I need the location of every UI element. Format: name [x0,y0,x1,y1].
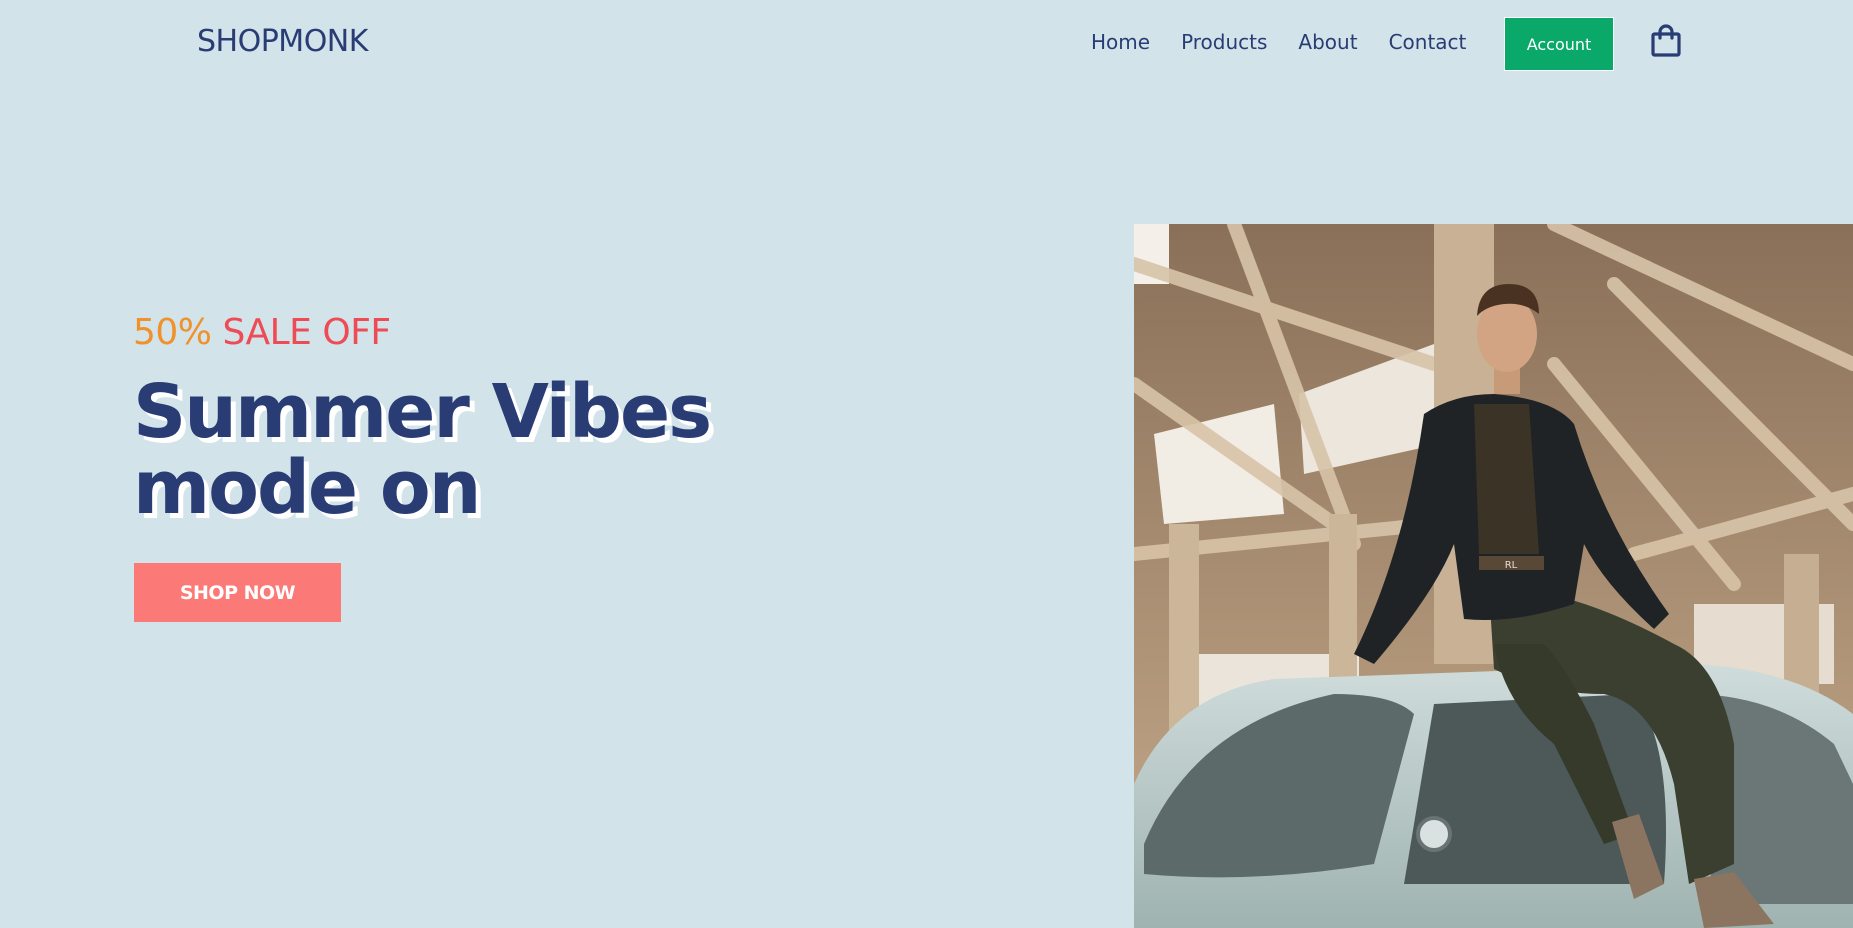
hero-headline: Summer Vibes mode on [133,369,712,531]
headline-line-1: Summer Vibes [133,369,712,455]
headline-line-2: mode on [133,445,481,531]
belt-buckle-text: RL [1505,560,1518,571]
promo-sale-text: SALE OFF [222,312,391,353]
nav-link-contact[interactable]: Contact [1389,30,1467,54]
brand-logo[interactable]: SHOPMONK [197,24,368,59]
hero-photo: RL [1134,224,1853,928]
shop-now-button[interactable]: SHOP NOW [134,563,341,622]
nav-link-about[interactable]: About [1298,30,1357,54]
nav-link-home[interactable]: Home [1091,30,1150,54]
promo-percent: 50% [133,312,212,353]
account-button[interactable]: Account [1504,17,1614,71]
nav-link-products[interactable]: Products [1181,30,1267,54]
landing-page: SHOPMONK Home Products About Contact Acc… [0,0,1853,928]
hero-photo-illustration: RL [1134,224,1853,928]
shopping-bag-icon[interactable] [1650,24,1682,58]
promo-label: 50% SALE OFF [133,312,391,353]
main-nav: Home Products About Contact [1091,30,1497,54]
